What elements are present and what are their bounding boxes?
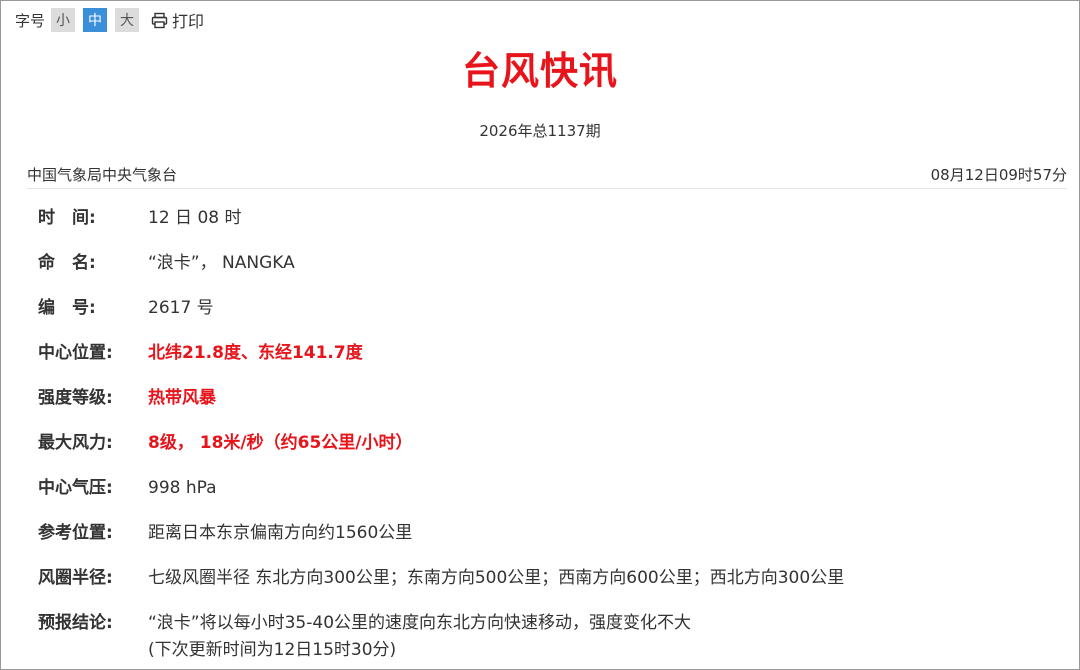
- field-intensity-value: 热带风暴: [148, 388, 216, 408]
- printer-icon: [151, 12, 168, 28]
- field-max-wind-label: 最大风力:: [38, 433, 113, 453]
- font-size-toolbar: 字号 小 中 大 打印: [15, 8, 204, 32]
- page-title: 台风快讯: [461, 49, 618, 93]
- field-center-position: 中心位置: 北纬21.8度、东经141.7度: [38, 338, 1038, 383]
- field-wind-radius-value: 七级风圈半径 东北方向300公里；东南方向500公里；西南方向600公里；西北方…: [148, 568, 845, 588]
- field-center-position-label: 中心位置:: [38, 343, 113, 363]
- font-size-small-button[interactable]: 小: [51, 8, 76, 32]
- field-forecast-next-update: (下次更新时间为12日15时30分): [148, 640, 397, 660]
- field-pressure-value: 998 hPa: [148, 478, 217, 498]
- field-intensity-label: 强度等级:: [38, 388, 113, 408]
- typhoon-info-list: 时 间: 12 日 08 时 命 名: “浪卡”， NANGKA 编 号: 26…: [38, 203, 1038, 660]
- field-center-position-value: 北纬21.8度、东经141.7度: [148, 343, 363, 363]
- field-wind-radius-label: 风圈半径:: [38, 568, 113, 588]
- font-size-large-button[interactable]: 大: [115, 8, 140, 32]
- field-name: 命 名: “浪卡”， NANGKA: [38, 248, 1038, 293]
- font-size-medium-button[interactable]: 中: [83, 8, 108, 32]
- font-size-label: 字号: [15, 11, 46, 30]
- publish-time: 08月12日09时57分: [930, 165, 1067, 184]
- field-number-value: 2617 号: [148, 298, 214, 318]
- issue-number: 2026年总1137期: [479, 122, 601, 140]
- field-forecast-label: 预报结论:: [38, 613, 113, 633]
- print-label: 打印: [172, 12, 205, 31]
- field-max-wind-value: 8级， 18米/秒（约65公里/小时）: [148, 433, 413, 453]
- field-pressure-label: 中心气压:: [38, 478, 113, 498]
- field-intensity: 强度等级: 热带风暴: [38, 383, 1038, 428]
- field-time-label: 时 间:: [38, 208, 96, 228]
- field-forecast: 预报结论: “浪卡”将以每小时35-40公里的速度向东北方向快速移动，强度变化不…: [38, 608, 1038, 660]
- field-reference-position-value: 距离日本东京偏南方向约1560公里: [148, 523, 413, 543]
- field-wind-radius: 风圈半径: 七级风圈半径 东北方向300公里；东南方向500公里；西南方向600…: [38, 563, 1038, 608]
- field-time: 时 间: 12 日 08 时: [38, 203, 1038, 248]
- source-row: 中国气象局中央气象台 08月12日09时57分: [27, 160, 1067, 189]
- field-name-value: “浪卡”， NANGKA: [148, 253, 295, 273]
- field-number: 编 号: 2617 号: [38, 293, 1038, 338]
- field-reference-position: 参考位置: 距离日本东京偏南方向约1560公里: [38, 518, 1038, 563]
- field-name-label: 命 名:: [38, 253, 96, 273]
- source-agency: 中国气象局中央气象台: [27, 165, 178, 184]
- field-forecast-text: “浪卡”将以每小时35-40公里的速度向东北方向快速移动，强度变化不大: [148, 613, 692, 633]
- field-time-value: 12 日 08 时: [148, 208, 242, 228]
- field-reference-position-label: 参考位置:: [38, 523, 113, 543]
- field-pressure: 中心气压: 998 hPa: [38, 473, 1038, 518]
- field-forecast-value: “浪卡”将以每小时35-40公里的速度向东北方向快速移动，强度变化不大 (下次更…: [148, 608, 691, 662]
- field-number-label: 编 号:: [38, 298, 96, 318]
- field-max-wind: 最大风力: 8级， 18米/秒（约65公里/小时）: [38, 428, 1038, 473]
- print-button[interactable]: 打印: [151, 8, 204, 32]
